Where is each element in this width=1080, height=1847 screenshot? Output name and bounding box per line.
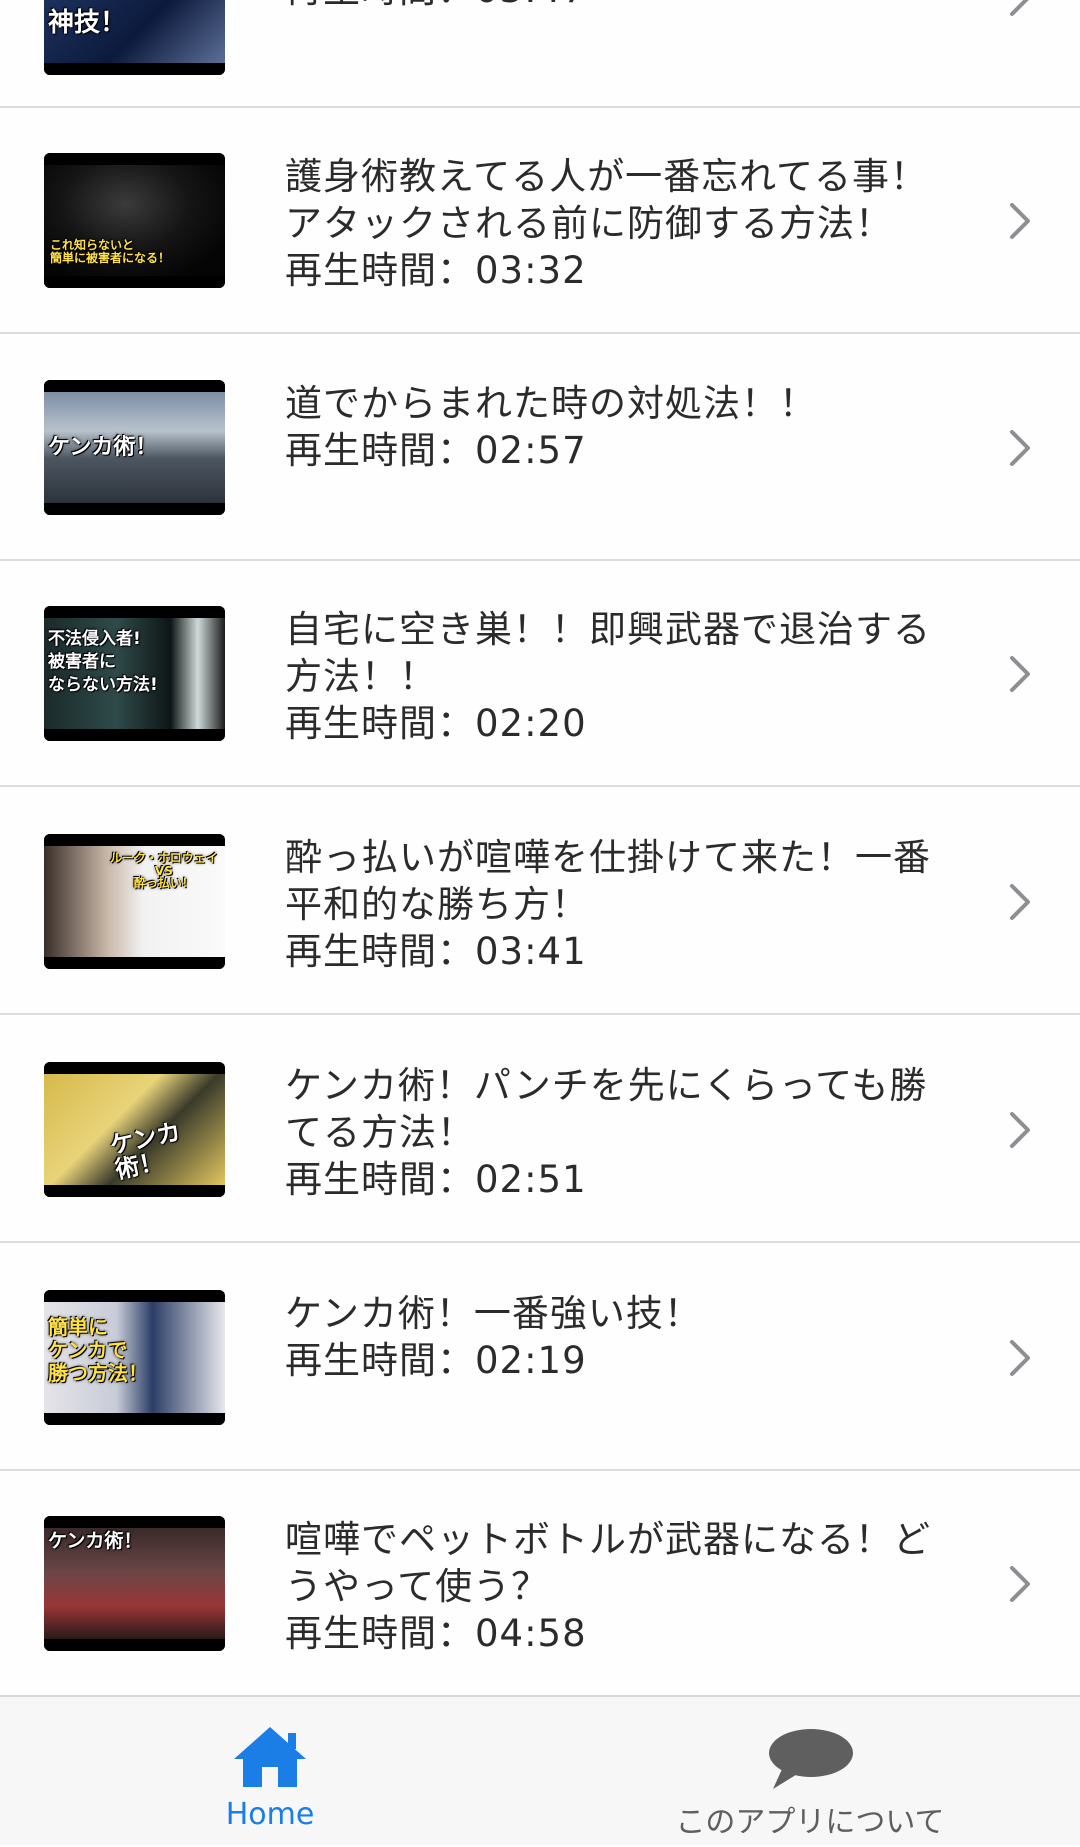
video-list: 神技！ 再生時間：03:47 これ知らないと 簡単に被害者になる！ 護身術教えて… xyxy=(0,0,1080,1695)
video-list-item[interactable]: ケンカ術！ 喧嘩でペットボトルが武器になる！どうやって使う？ 再生時間：04:5… xyxy=(0,1471,1080,1695)
video-info: 道でからまれた時の対処法！！ 再生時間：02:57 xyxy=(285,380,955,474)
thumbnail-caption: これ知らないと 簡単に被害者になる！ xyxy=(50,238,171,265)
video-list-item[interactable]: 神技！ 再生時間：03:47 xyxy=(0,0,1080,108)
chevron-right-icon xyxy=(1008,428,1032,468)
thumbnail-caption: 簡単に ケンカで 勝つ方法！ xyxy=(48,1315,148,1385)
video-thumbnail: 簡単に ケンカで 勝つ方法！ xyxy=(44,1290,225,1425)
video-duration: 再生時間：02:19 xyxy=(285,1339,587,1382)
tab-bar: Home このアプリについて xyxy=(0,1695,1080,1845)
video-title: ケンカ術！パンチを先にくらっても勝てる方法！ xyxy=(285,1064,928,1154)
video-thumbnail: ケンカ術！ xyxy=(44,1062,225,1197)
video-duration: 再生時間：04:58 xyxy=(285,1612,587,1655)
video-duration: 再生時間：02:20 xyxy=(285,702,587,745)
thumbnail-caption: 神技！ xyxy=(48,8,127,38)
video-info: ケンカ術！一番強い技！ 再生時間：02:19 xyxy=(285,1290,955,1384)
chevron-right-icon xyxy=(1008,1338,1032,1378)
video-duration: 再生時間：03:32 xyxy=(285,249,587,292)
video-list-item[interactable]: 不法侵入者! 被害者に ならない方法! 自宅に空き巣！！即興武器で退治する方法！… xyxy=(0,561,1080,787)
video-title: 酔っ払いが喧嘩を仕掛けて来た！一番平和的な勝ち方！ xyxy=(285,836,931,926)
video-thumbnail: ケンカ術！ xyxy=(44,380,225,515)
video-title: ケンカ術！一番強い技！ xyxy=(285,1292,702,1335)
video-thumbnail: ケンカ術！ xyxy=(44,1516,225,1651)
video-info: 酔っ払いが喧嘩を仕掛けて来た！一番平和的な勝ち方！ 再生時間：03:41 xyxy=(285,834,955,975)
tab-about-label: このアプリについて xyxy=(675,1805,945,1840)
chevron-right-icon xyxy=(1008,882,1032,922)
video-info: 護身術教えてる人が一番忘れてる事！アタックされる前に防御する方法！ 再生時間：0… xyxy=(285,153,955,294)
chevron-right-icon xyxy=(1008,654,1032,694)
video-list-item[interactable]: ケンカ術！ ケンカ術！パンチを先にくらっても勝てる方法！ 再生時間：02:51 xyxy=(0,1017,1080,1243)
video-list-item[interactable]: ケンカ術！ 道でからまれた時の対処法！！ 再生時間：02:57 xyxy=(0,335,1080,561)
video-title: 喧嘩でペットボトルが武器になる！どうやって使う？ xyxy=(285,1518,931,1608)
video-info: 自宅に空き巣！！即興武器で退治する方法！！ 再生時間：02:20 xyxy=(285,606,955,747)
thumbnail-caption: 不法侵入者! 被害者に ならない方法! xyxy=(48,629,158,695)
video-thumbnail: これ知らないと 簡単に被害者になる！ xyxy=(44,153,225,288)
video-thumbnail: ルーク・ホロウェイ VS 酔っ払い！ xyxy=(44,834,225,969)
thumbnail-caption: ケンカ術！ xyxy=(48,1530,143,1552)
tab-about[interactable]: このアプリについて xyxy=(540,1697,1080,1847)
video-info: 喧嘩でペットボトルが武器になる！どうやって使う？ 再生時間：04:58 xyxy=(285,1516,955,1657)
thumbnail-caption: ルーク・ホロウェイ VS 酔っ払い！ xyxy=(110,851,218,891)
video-title: 自宅に空き巣！！即興武器で退治する方法！！ xyxy=(285,608,931,698)
video-thumbnail: 神技！ xyxy=(44,0,225,75)
speech-bubble-icon xyxy=(765,1727,855,1795)
video-title: 護身術教えてる人が一番忘れてる事！アタックされる前に防御する方法！ xyxy=(285,155,929,245)
thumbnail-caption: ケンカ術！ xyxy=(48,435,158,460)
home-icon xyxy=(230,1725,310,1793)
chevron-right-icon xyxy=(1008,201,1032,241)
video-list-item[interactable]: これ知らないと 簡単に被害者になる！ 護身術教えてる人が一番忘れてる事！アタック… xyxy=(0,108,1080,334)
tab-home[interactable]: Home xyxy=(0,1697,540,1847)
video-info: 再生時間：03:47 xyxy=(285,0,955,13)
video-list-item[interactable]: ルーク・ホロウェイ VS 酔っ払い！ 酔っ払いが喧嘩を仕掛けて来た！一番平和的な… xyxy=(0,789,1080,1015)
video-duration: 再生時間：03:41 xyxy=(285,930,587,973)
video-duration: 再生時間：03:47 xyxy=(285,0,955,13)
video-thumbnail: 不法侵入者! 被害者に ならない方法! xyxy=(44,606,225,741)
chevron-right-icon xyxy=(1008,1564,1032,1604)
tab-home-label: Home xyxy=(225,1797,315,1832)
video-info: ケンカ術！パンチを先にくらっても勝てる方法！ 再生時間：02:51 xyxy=(285,1062,955,1203)
video-list-item[interactable]: 簡単に ケンカで 勝つ方法！ ケンカ術！一番強い技！ 再生時間：02:19 xyxy=(0,1245,1080,1471)
video-duration: 再生時間：02:57 xyxy=(285,429,587,472)
video-title: 道でからまれた時の対処法！！ xyxy=(285,382,817,425)
chevron-right-icon xyxy=(1008,1110,1032,1150)
chevron-right-icon xyxy=(1008,0,1032,18)
video-duration: 再生時間：02:51 xyxy=(285,1158,587,1201)
